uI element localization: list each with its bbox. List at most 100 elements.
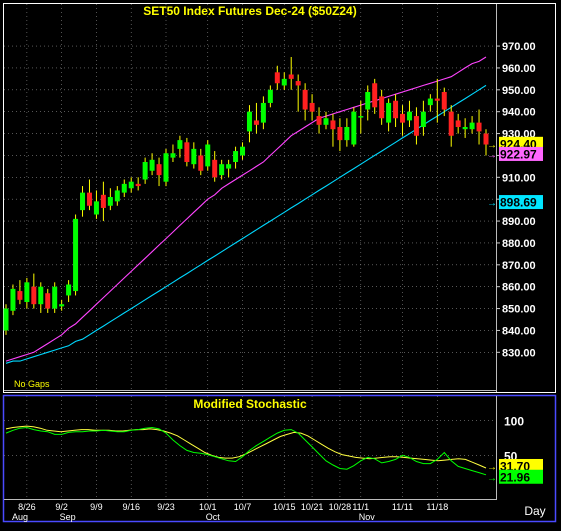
candle-body (184, 142, 190, 162)
candle-body (351, 111, 357, 145)
price-y-tick-label: 890.00 (502, 216, 536, 228)
x-tick-label: 9/9 (90, 502, 103, 512)
candle (163, 148, 169, 187)
candle-body (219, 164, 225, 176)
candle (351, 107, 357, 147)
candle-body (267, 89, 273, 103)
month-label: Sep (60, 512, 76, 522)
candle-body (462, 127, 468, 130)
candle-body (469, 122, 475, 130)
candle-body (323, 118, 329, 125)
price-y-tick-label: 960.00 (502, 63, 536, 75)
x-tick-label: 11/18 (426, 502, 448, 512)
price-y-tick-label: 870.00 (502, 260, 536, 272)
candle-body (198, 155, 204, 171)
x-tick-label: 9/16 (122, 502, 140, 512)
stochastic-title: Modified Stochastic (193, 397, 307, 411)
candle-body (344, 127, 350, 141)
candle-body (17, 291, 23, 300)
last-value-label: 21.96 (500, 470, 530, 484)
month-label: Oct (206, 512, 221, 522)
candle-body (240, 146, 246, 156)
candle-body (226, 164, 232, 169)
candle-body (52, 286, 58, 309)
price-y-tick-label: 950.00 (502, 85, 536, 97)
candle-body (274, 72, 280, 84)
candle-body (302, 89, 308, 110)
candle (52, 282, 58, 313)
price-y-tick-label: 850.00 (502, 304, 536, 316)
candle-body (253, 120, 259, 125)
candle-body (142, 162, 148, 180)
candle-body (59, 304, 65, 307)
month-label: Aug (12, 512, 28, 522)
candle-body (80, 192, 86, 211)
candle-body (3, 308, 9, 331)
last-value-arrow: → (487, 150, 497, 161)
candle-body (114, 190, 120, 202)
x-tick-label: 9/23 (157, 502, 175, 512)
candle-body (86, 192, 92, 206)
candle-body (177, 140, 183, 149)
x-tick-label: 10/28 (329, 502, 352, 512)
x-tick-label: 10/7 (234, 502, 252, 512)
month-label: Nov (359, 512, 376, 522)
candle-body (337, 127, 343, 141)
candle-body (73, 218, 79, 292)
price-y-tick-label: 910.00 (502, 172, 536, 184)
candle-body (163, 153, 169, 182)
x-tick-label: 10/15 (273, 502, 296, 512)
price-y-tick-label: 940.00 (502, 107, 536, 119)
price-chart-title: SET50 Index Futures Dec-24 ($50Z24) (143, 4, 356, 18)
x-tick-label: 8/26 (18, 502, 36, 512)
candle-body (476, 122, 482, 132)
candle-body (38, 286, 44, 305)
candle-body (260, 102, 266, 123)
candle-body (434, 98, 440, 101)
candle-body (455, 120, 461, 127)
candle-body (191, 148, 197, 165)
price-y-tick-label: 970.00 (502, 41, 536, 53)
last-value-label: 898.69 (500, 196, 537, 210)
candle-body (45, 293, 51, 309)
x-axis-day-label: Day (524, 504, 545, 518)
candle-body (31, 286, 37, 305)
candle-body (330, 120, 336, 130)
candle (10, 284, 16, 316)
last-value-arrow: → (487, 473, 497, 484)
no-gaps-annotation: No Gaps (14, 379, 50, 389)
candle-body (288, 74, 294, 79)
candle-body (156, 164, 162, 176)
candle-body (365, 92, 371, 110)
candle-body (24, 282, 30, 302)
candle-body (413, 116, 419, 136)
x-tick-label: 10/1 (199, 502, 217, 512)
last-value-arrow: → (487, 198, 497, 209)
candle-body (246, 111, 252, 132)
candle (73, 214, 79, 296)
price-y-tick-label: 840.00 (502, 325, 536, 337)
candle-body (281, 78, 287, 86)
candle-body (212, 159, 218, 178)
candle-body (205, 144, 211, 167)
candle (205, 140, 211, 171)
candle-body (379, 96, 385, 119)
candle-body (295, 81, 301, 86)
candle-body (170, 153, 176, 158)
candle-body (66, 284, 72, 296)
candle-body (100, 194, 106, 208)
candle-body (400, 113, 406, 123)
candle-body (441, 92, 447, 110)
last-value-arrow: → (487, 462, 497, 473)
candle-body (316, 116, 322, 125)
x-tick-label: 10/21 (301, 502, 324, 512)
candle (3, 304, 9, 335)
candle-body (121, 183, 127, 193)
stochastic-y-tick-label: 100 (504, 415, 524, 429)
x-tick-label: 11/11 (392, 502, 413, 512)
candle-body (427, 98, 433, 106)
candle-body (128, 181, 134, 189)
candle-body (406, 111, 412, 121)
candle-body (372, 83, 378, 108)
candle-body (358, 116, 364, 118)
